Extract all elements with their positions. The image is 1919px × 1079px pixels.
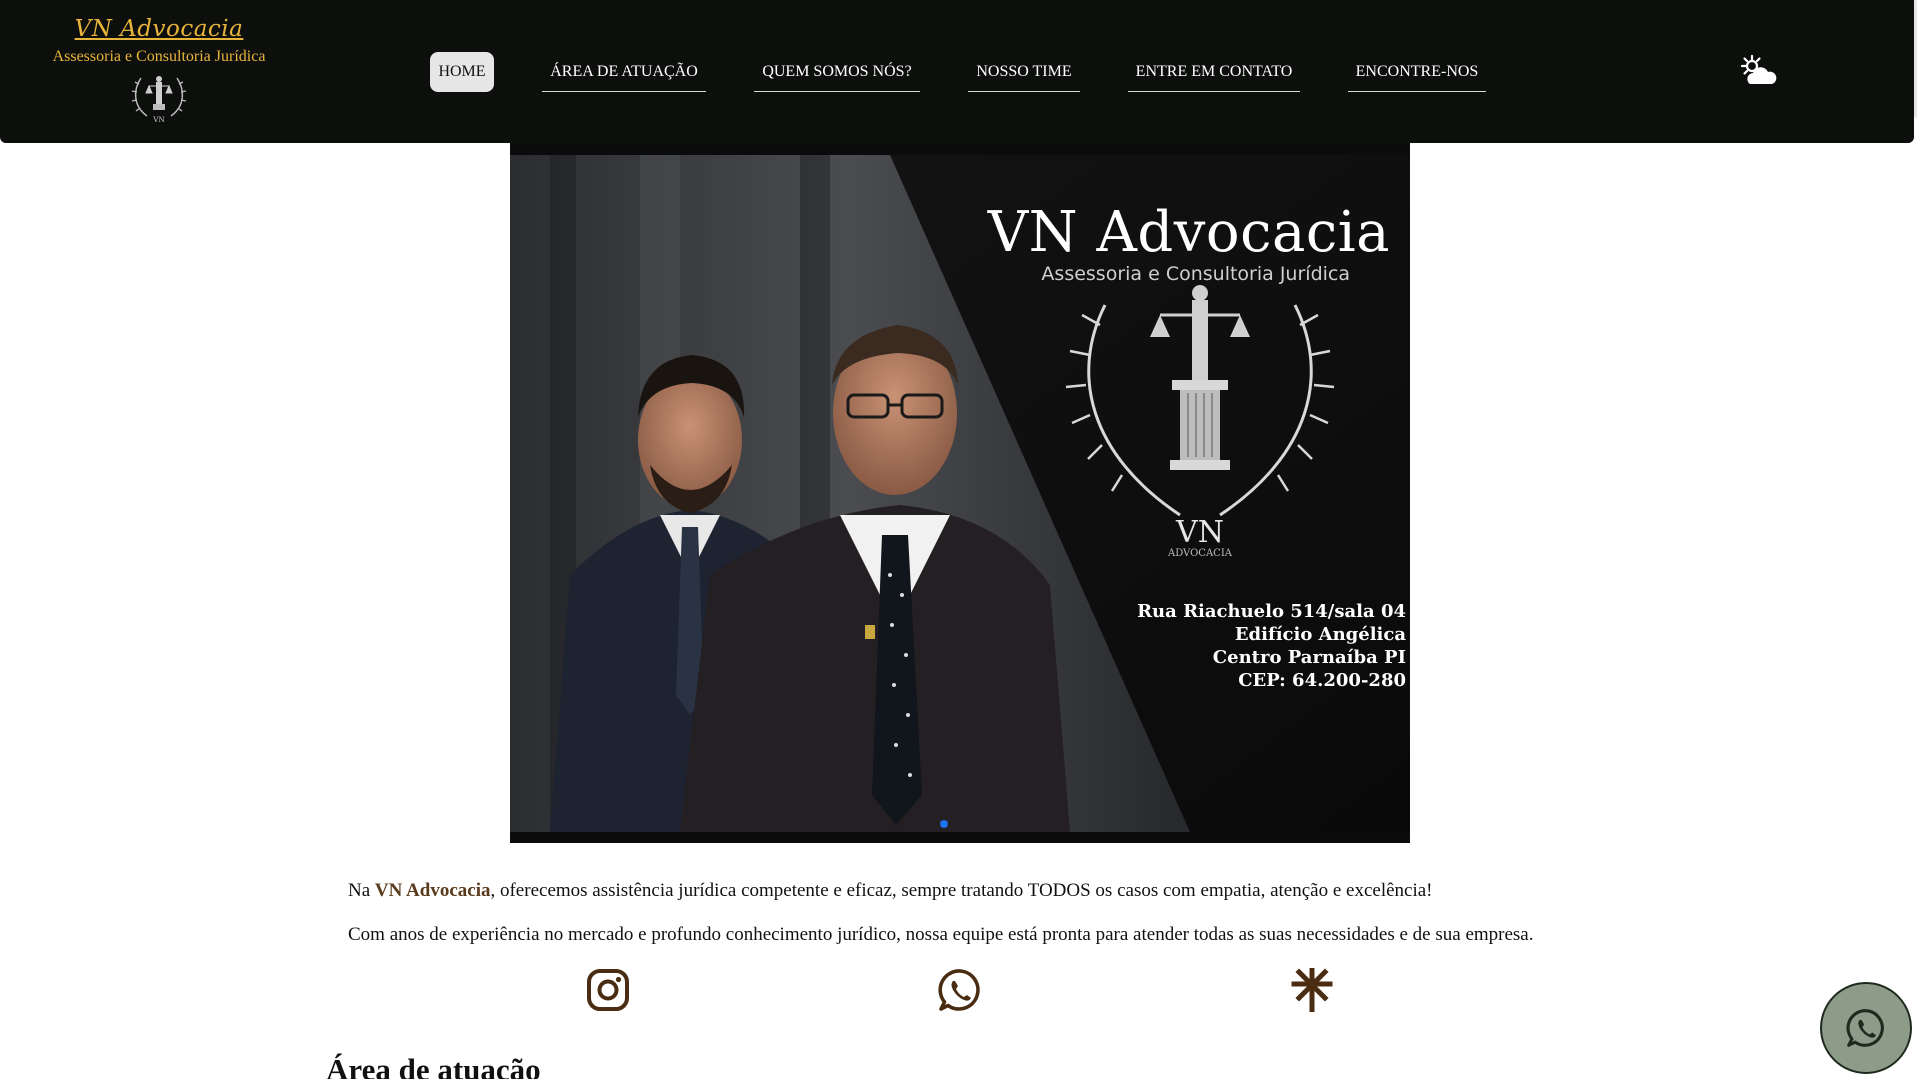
scrollbar[interactable] xyxy=(1914,0,1917,118)
brand[interactable]: VN Advocacia Assessoria e Consultoria Ju… xyxy=(44,16,274,126)
slide-emblem-text: VN xyxy=(1175,515,1224,550)
svg-text:VN: VN xyxy=(152,116,164,124)
intro-brand-highlight: VN Advocacia xyxy=(374,880,491,901)
intro-p1-start: Na xyxy=(348,880,375,901)
whatsapp-icon xyxy=(938,969,980,1011)
intro-text: Na VN Advocacia, oferecemos assistência … xyxy=(348,878,1648,966)
linktree-icon xyxy=(1291,967,1333,1013)
hero-slide: VN ADVOCACIA VN Advocacia Assessoria e C… xyxy=(510,155,1410,832)
section-title-area-de-atuacao: Área de atuação xyxy=(326,1052,541,1079)
slide-title: VN Advocacia xyxy=(987,200,1390,265)
whatsapp-icon xyxy=(1846,1009,1884,1047)
address-line: Edifício Angélica xyxy=(1234,624,1406,645)
theme-toggle-button[interactable] xyxy=(1736,52,1780,92)
address-line: Centro Parnaíba PI xyxy=(1212,647,1406,668)
nav-encontre-nos[interactable]: ENCONTRE-NOS xyxy=(1348,52,1486,92)
nav-home[interactable]: HOME xyxy=(430,52,494,92)
site-header: VN Advocacia Assessoria e Consultoria Ju… xyxy=(0,0,1914,143)
address-line: CEP: 64.200-280 xyxy=(1238,670,1406,691)
slide-subtitle: Assessoria e Consultoria Jurídica xyxy=(1041,263,1350,285)
brand-name[interactable]: VN Advocacia xyxy=(75,16,244,42)
address-line: Rua Riachuelo 514/sala 04 xyxy=(1137,601,1406,622)
hero-carousel[interactable]: VN ADVOCACIA VN Advocacia Assessoria e C… xyxy=(510,143,1410,843)
scales-of-justice-laurel-icon: VN xyxy=(131,76,187,124)
slide-emblem-subtext: ADVOCACIA xyxy=(1167,548,1233,559)
intro-p1-end: , oferecemos assistência jurídica compet… xyxy=(490,880,1433,901)
instagram-link[interactable] xyxy=(586,968,630,1012)
intro-paragraph-2: Com anos de experiência no mercado e pro… xyxy=(348,924,1534,945)
brand-tagline: Assessoria e Consultoria Jurídica xyxy=(52,48,266,65)
instagram-icon xyxy=(587,969,629,1011)
slide-address: Rua Riachuelo 514/sala 04 Edifício Angél… xyxy=(1126,600,1406,692)
intro-paragraph-1: Na VN Advocacia, oferecemos assistência … xyxy=(348,878,1648,904)
nav-quem-somos[interactable]: QUEM SOMOS NÓS? xyxy=(754,52,920,92)
linktree-link[interactable] xyxy=(1290,967,1334,1013)
whatsapp-link[interactable] xyxy=(938,968,982,1012)
carousel-indicator-dot[interactable] xyxy=(940,820,948,828)
nav-nosso-time[interactable]: NOSSO TIME xyxy=(968,52,1080,92)
whatsapp-floating-button[interactable] xyxy=(1820,982,1912,1074)
nav-area-de-atuacao[interactable]: ÁREA DE ATUAÇÃO xyxy=(542,52,706,92)
nav-entre-em-contato[interactable]: ENTRE EM CONTATO xyxy=(1128,52,1300,92)
sun-cloud-icon xyxy=(1740,54,1777,84)
